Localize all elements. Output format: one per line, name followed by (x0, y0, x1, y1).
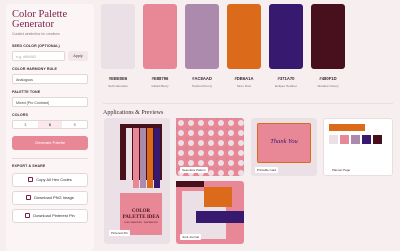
planner-caption: Planner Page (330, 167, 353, 173)
colors-label: COLORS (12, 113, 28, 117)
card-text: Thank You (270, 138, 298, 145)
colors-option-3[interactable]: 3 (13, 121, 38, 128)
colors-option-9[interactable]: 9 (62, 121, 87, 128)
seed-color-input[interactable]: e.g. #f59483 (12, 51, 65, 61)
pin-illustration (120, 124, 162, 235)
download-icon (26, 195, 32, 200)
swatch-chip (143, 4, 177, 69)
swatch[interactable]: #DB6A1A Siren Rust (227, 4, 261, 88)
junk-journal-preview[interactable]: Junk Journal (176, 181, 244, 244)
planner-page-preview[interactable]: Planner Page (323, 118, 393, 176)
generate-palette-button[interactable]: Generate Palette (12, 136, 88, 150)
swatch-chip (311, 4, 345, 69)
swatch[interactable]: #AC8AAD Hushed Peony (185, 4, 219, 88)
swatch-chip (185, 4, 219, 69)
tone-label: PALETTE TONE (12, 90, 41, 94)
download-pin-button[interactable]: Download Pinterest Pin (12, 208, 88, 223)
pin-title: COLOR PALETTE IDEA (122, 209, 160, 220)
swatch-name: Hushed Peony (191, 84, 213, 88)
swatch-name: Gilded Berry (151, 84, 169, 88)
export-label: EXPORT & SHARE (12, 163, 46, 168)
swatch-name: Eclipse Heather (275, 84, 297, 88)
pin-subtitle: FOR CREATIVES · INSPIRATION (124, 222, 158, 224)
swatch[interactable]: #371A70 Eclipse Heather (269, 4, 303, 88)
divider (12, 158, 88, 159)
tone-select[interactable]: Mixed (Pro Contrast) (12, 97, 88, 107)
swatch-hex: #480F1D (319, 76, 337, 81)
pinterest-pin-preview[interactable]: COLOR PALETTE IDEA FOR CREATIVES · INSPI… (104, 118, 170, 244)
pin-icon (25, 213, 31, 218)
swatch-hex: #371A70 (277, 76, 295, 81)
copy-hex-label: Copy All Hex Codes (36, 176, 72, 182)
swatch-name: Shadow Cherry (317, 84, 339, 88)
harmony-select[interactable]: Analogous (12, 74, 88, 84)
swatch[interactable]: #E88796 Gilded Berry (143, 4, 177, 88)
swatch-hex: #EBE0E6 (108, 76, 128, 81)
seamless-caption: Seamless Pattern (180, 167, 208, 173)
copy-icon (28, 177, 34, 182)
swatch-name: Soft Carnation (108, 84, 128, 88)
download-pin-label: Download Pinterest Pin (33, 212, 75, 218)
swatch[interactable]: #EBE0E6 Soft Carnation (101, 4, 135, 88)
copy-hex-button[interactable]: Copy All Hex Codes (12, 172, 88, 187)
colors-segment: 3 6 9 (12, 120, 88, 129)
download-png-label: Download PNG Image (34, 194, 74, 200)
sidebar: Color Palette Generator Curated aestheti… (6, 4, 94, 251)
card-caption: Printable Card (255, 167, 279, 173)
swatch-name: Siren Rust (236, 84, 252, 88)
section-divider (103, 103, 393, 104)
download-png-button[interactable]: Download PNG Image (12, 190, 88, 205)
swatch[interactable]: #480F1D Shadow Cherry (311, 4, 345, 88)
swatch-chip (227, 4, 261, 69)
seamless-pattern-preview[interactable]: Seamless Pattern (176, 118, 244, 176)
app-subtitle: Curated aesthetics for creatives (12, 32, 60, 36)
swatch-chip (101, 4, 135, 69)
swatch-hex: #AC8AAD (192, 76, 212, 81)
swatch-chip (269, 4, 303, 69)
printable-card-preview[interactable]: Thank You Printable Card (251, 118, 317, 176)
palette-row: #EBE0E6 Soft Carnation #E88796 Gilded Be… (101, 4, 345, 88)
swatch-hex: #E88796 (151, 76, 169, 81)
previews-title: Applications & Previews (103, 110, 164, 116)
apply-button[interactable]: Apply (68, 51, 88, 61)
app-title: Color Palette Generator (12, 9, 68, 30)
colors-option-6[interactable]: 6 (37, 121, 63, 128)
journal-caption: Junk Journal (180, 234, 202, 240)
swatch-hex: #DB6A1A (234, 76, 254, 81)
harmony-label: COLOR HARMONY RULE (12, 67, 58, 71)
seed-label: SEED COLOR (OPTIONAL) (12, 44, 60, 48)
pin-caption: Pinterest Pin (109, 230, 131, 236)
